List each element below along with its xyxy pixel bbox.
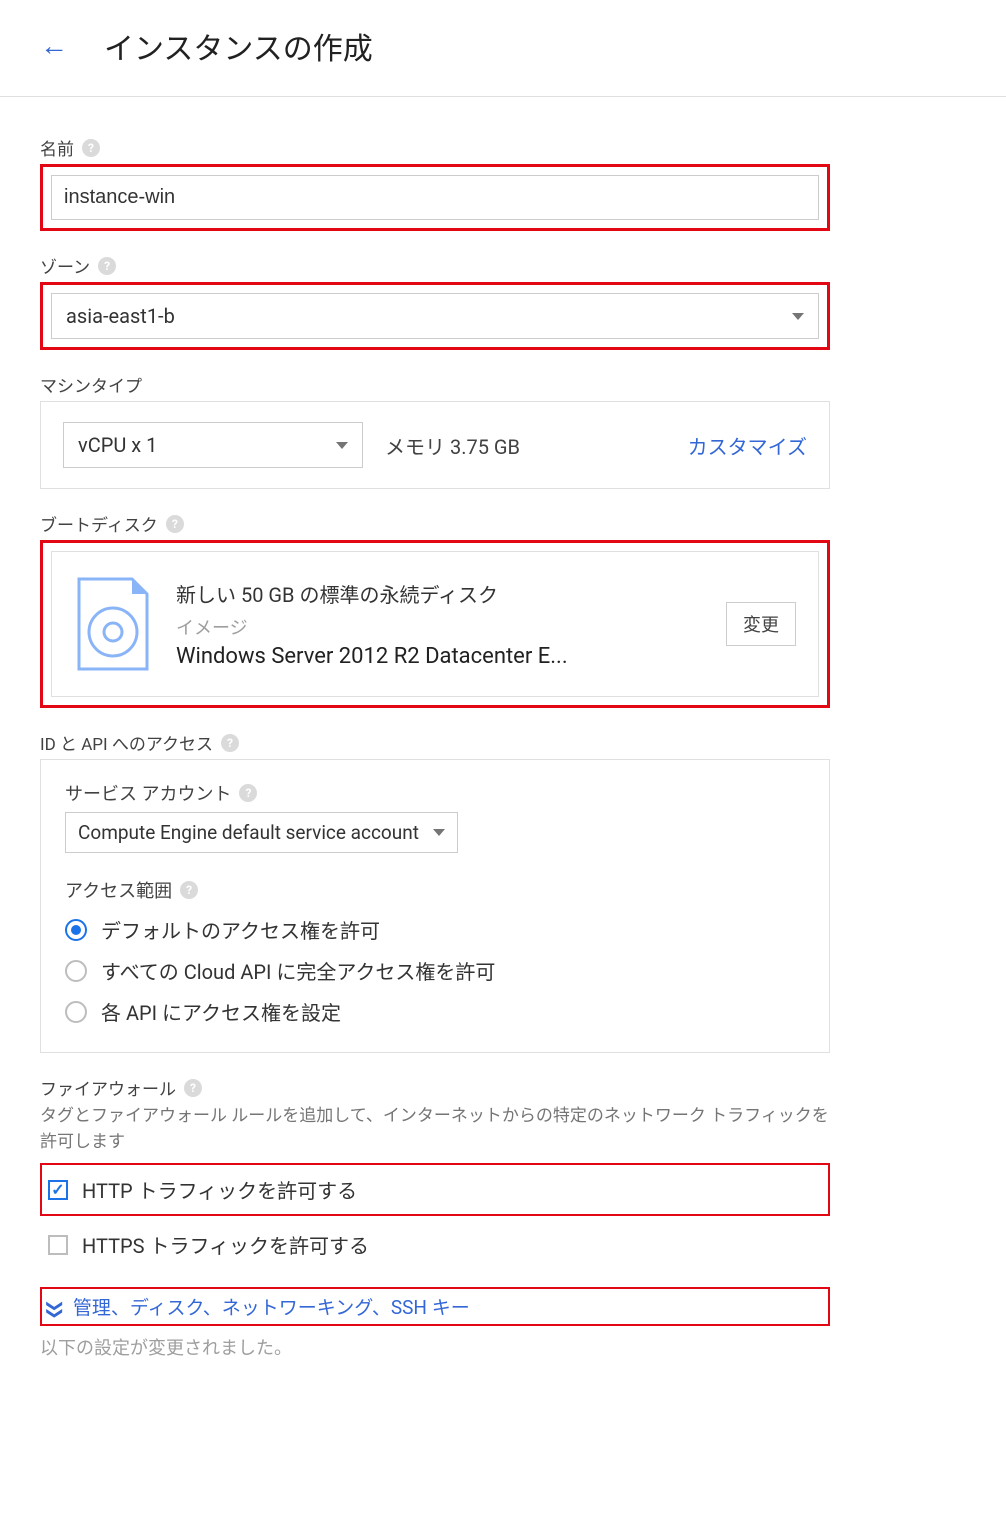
http-checkbox-row[interactable]: HTTP トラフィックを許可する bbox=[48, 1169, 822, 1210]
radio-checked-icon[interactable] bbox=[65, 919, 87, 941]
cpu-select[interactable]: vCPU x 1 bbox=[63, 422, 363, 468]
chevron-down-icon bbox=[433, 829, 445, 836]
help-icon[interactable]: ? bbox=[221, 734, 239, 752]
radio-unchecked-icon[interactable] bbox=[65, 1001, 87, 1023]
name-section: 名前 ? bbox=[40, 135, 830, 231]
expand-advanced-link[interactable]: ❯❯ 管理、ディスク、ネットワーキング、SSH キー bbox=[48, 1293, 822, 1320]
scope-label-text: アクセス範囲 bbox=[65, 877, 172, 903]
api-box: サービス アカウント ? Compute Engine default serv… bbox=[40, 759, 830, 1053]
help-icon[interactable]: ? bbox=[98, 257, 116, 275]
disk-icon bbox=[74, 574, 152, 674]
chevron-down-icon bbox=[792, 313, 804, 320]
machine-box: vCPU x 1 メモリ 3.75 GB カスタマイズ bbox=[40, 401, 830, 489]
api-section: ID と API へのアクセス ? サービス アカウント ? Compute E… bbox=[40, 730, 830, 1053]
double-chevron-down-icon: ❯❯ bbox=[46, 1299, 65, 1314]
page-title: インスタンスの作成 bbox=[104, 24, 373, 68]
service-account-select[interactable]: Compute Engine default service account bbox=[65, 812, 458, 853]
scope-option-full[interactable]: すべての Cloud API に完全アクセス権を許可 bbox=[65, 950, 805, 991]
api-label: ID と API へのアクセス ? bbox=[40, 730, 830, 755]
checkbox-unchecked-icon[interactable] bbox=[48, 1235, 68, 1255]
boot-text: 新しい 50 GB の標準の永続ディスク イメージ Windows Server… bbox=[176, 579, 702, 669]
boot-highlight: 新しい 50 GB の標準の永続ディスク イメージ Windows Server… bbox=[40, 540, 830, 708]
firewall-desc: タグとファイアウォール ルールを追加して、インターネットからの特定のネットワーク… bbox=[40, 1104, 830, 1155]
zone-label: ゾーン ? bbox=[40, 253, 830, 278]
service-account-label: サービス アカウント ? bbox=[65, 780, 805, 806]
scope-option-label: デフォルトのアクセス権を許可 bbox=[101, 915, 380, 944]
create-form: 名前 ? ゾーン ? asia-east1-b マシンタイプ vCPU x 1 … bbox=[0, 97, 870, 1390]
expand-label: 管理、ディスク、ネットワーキング、SSH キー bbox=[73, 1293, 470, 1320]
name-label: 名前 ? bbox=[40, 135, 830, 160]
zone-section: ゾーン ? asia-east1-b bbox=[40, 253, 830, 350]
scope-option-default[interactable]: デフォルトのアクセス権を許可 bbox=[65, 909, 805, 950]
changed-note: 以下の設定が変更されました。 bbox=[40, 1334, 830, 1360]
help-icon[interactable]: ? bbox=[184, 1079, 202, 1097]
api-label-text: ID と API へのアクセス bbox=[40, 730, 213, 755]
boot-disk-desc: 新しい 50 GB の標準の永続ディスク bbox=[176, 579, 702, 608]
checkbox-checked-icon[interactable] bbox=[48, 1180, 68, 1200]
http-highlight: HTTP トラフィックを許可する bbox=[40, 1163, 830, 1216]
scope-option-label: 各 API にアクセス権を設定 bbox=[101, 997, 341, 1026]
zone-label-text: ゾーン bbox=[40, 253, 90, 278]
boot-image-label: イメージ bbox=[176, 614, 702, 640]
boot-image-value: Windows Server 2012 R2 Datacenter E... bbox=[176, 644, 702, 669]
page-header: ← インスタンスの作成 bbox=[0, 0, 1006, 97]
service-account-value: Compute Engine default service account bbox=[78, 821, 419, 844]
firewall-section: ファイアウォール ? タグとファイアウォール ルールを追加して、インターネットか… bbox=[40, 1075, 830, 1265]
zone-highlight: asia-east1-b bbox=[40, 282, 830, 350]
name-label-text: 名前 bbox=[40, 135, 74, 160]
expand-highlight: ❯❯ 管理、ディスク、ネットワーキング、SSH キー bbox=[40, 1287, 830, 1326]
help-icon[interactable]: ? bbox=[180, 881, 198, 899]
radio-unchecked-icon[interactable] bbox=[65, 960, 87, 982]
chevron-down-icon bbox=[336, 442, 348, 449]
boot-box: 新しい 50 GB の標準の永続ディスク イメージ Windows Server… bbox=[51, 551, 819, 697]
boot-label: ブートディスク ? bbox=[40, 511, 830, 536]
change-button[interactable]: 変更 bbox=[726, 602, 796, 646]
scope-label: アクセス範囲 ? bbox=[65, 877, 805, 903]
machine-section: マシンタイプ vCPU x 1 メモリ 3.75 GB カスタマイズ bbox=[40, 372, 830, 489]
name-highlight bbox=[40, 164, 830, 231]
zone-select[interactable]: asia-east1-b bbox=[51, 293, 819, 339]
firewall-label-text: ファイアウォール bbox=[40, 1075, 176, 1100]
http-label: HTTP トラフィックを許可する bbox=[82, 1175, 357, 1204]
help-icon[interactable]: ? bbox=[239, 784, 257, 802]
https-checkbox-row[interactable]: HTTPS トラフィックを許可する bbox=[40, 1224, 830, 1265]
scope-option-perapi[interactable]: 各 API にアクセス権を設定 bbox=[65, 991, 805, 1032]
scope-option-label: すべての Cloud API に完全アクセス権を許可 bbox=[101, 956, 495, 985]
boot-label-text: ブートディスク bbox=[40, 511, 158, 536]
name-input[interactable] bbox=[51, 175, 819, 220]
help-icon[interactable]: ? bbox=[166, 515, 184, 533]
firewall-label: ファイアウォール ? bbox=[40, 1075, 830, 1100]
memory-label: メモリ 3.75 GB bbox=[385, 431, 666, 460]
service-account-label-text: サービス アカウント bbox=[65, 780, 231, 806]
back-arrow-icon[interactable]: ← bbox=[40, 32, 68, 60]
https-label: HTTPS トラフィックを許可する bbox=[82, 1230, 369, 1259]
cpu-value: vCPU x 1 bbox=[78, 433, 157, 457]
boot-section: ブートディスク ? 新しい 50 GB の標準の永続ディスク イメージ Wind… bbox=[40, 511, 830, 708]
help-icon[interactable]: ? bbox=[82, 139, 100, 157]
customize-link[interactable]: カスタマイズ bbox=[688, 431, 807, 460]
zone-value: asia-east1-b bbox=[66, 304, 175, 328]
machine-label: マシンタイプ bbox=[40, 372, 830, 397]
